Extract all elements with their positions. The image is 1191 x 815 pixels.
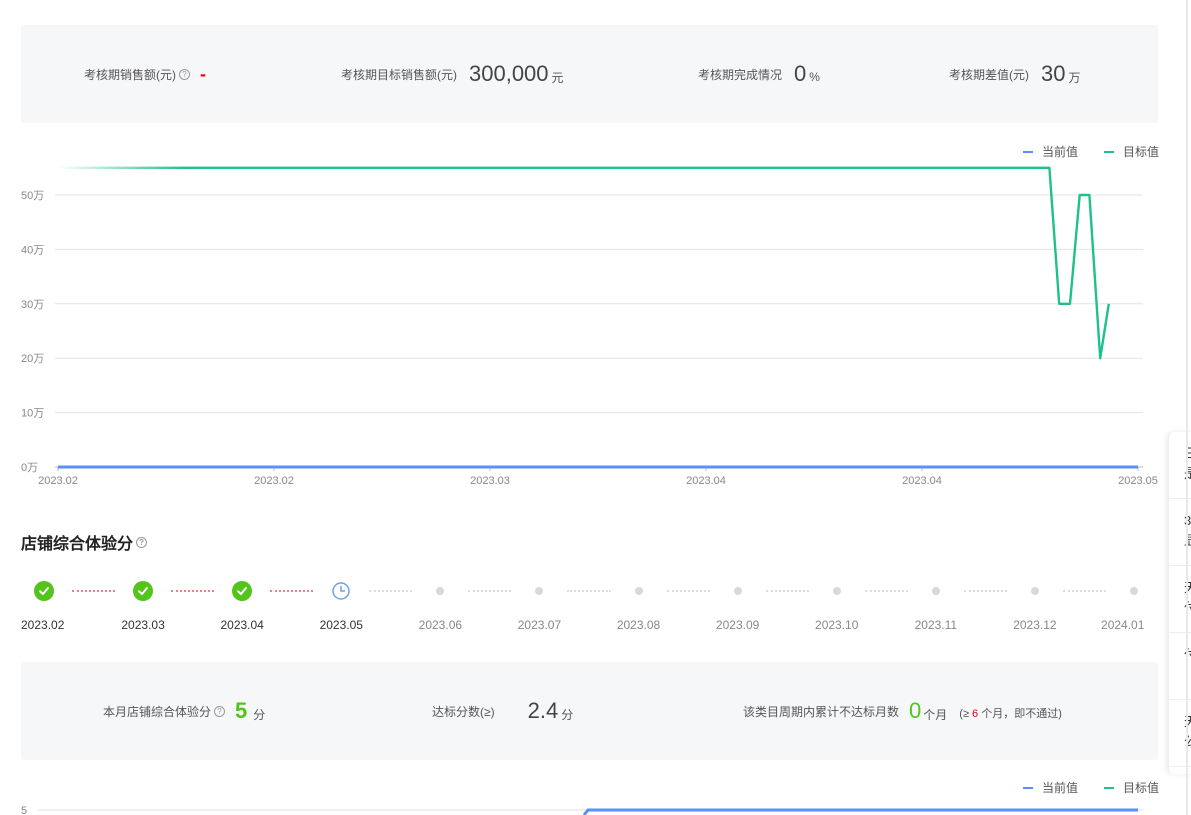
x-tick-label: 2023.04 [902,475,942,487]
score-unit: 分 [253,707,266,722]
timeline-connector [864,590,908,592]
chart2-legend: 当前值 目标值 [997,779,1159,796]
fail-months-label: 该类目周期内累计不达标月数 [743,704,900,719]
x-tick-label: 2023.05 [1118,475,1158,487]
check-circle-icon [133,581,154,601]
target-value-line [58,166,1110,360]
score-value: 5 [235,698,248,723]
pending-dot-icon [832,587,841,595]
question-circle-icon[interactable]: ? [214,705,226,717]
timeline-month-label: 2024.01 [1101,618,1145,632]
timeline-connector [72,590,116,592]
y-tick-label: 20万 [21,353,44,365]
chart1-x-axis: 2023.02 2023.02 2023.03 2023.04 2023.04 2023.… [38,467,1158,487]
y-tick-label: 10万 [21,408,44,420]
fail-months-unit: 个月 [923,707,948,722]
timeline-connector [567,590,611,592]
y-tick-label: 30万 [21,299,44,311]
timeline-connector [1062,590,1106,592]
question-circle-icon[interactable]: ? [136,536,148,548]
page-scrollbar[interactable] [1186,0,1188,815]
x-tick-label: 2023.04 [686,475,726,487]
timeline-connector [468,590,512,592]
fail-months-stat: 该类目周期内累计不达标月数 0 个月 (≥ 6 个月，即不通过) [743,662,1062,760]
timeline-month-label: 2023.02 [21,618,65,632]
timeline-month-label: 2023.09 [715,618,760,632]
timeline-connector [369,590,413,592]
fail-months-note: (≥ 6 个月，即不通过) [959,705,1062,721]
timeline-connector [765,590,809,592]
y-tick-label: 50万 [21,190,44,202]
timeline-month-label: 2023.05 [319,618,363,632]
pending-dot-icon [634,587,643,595]
timeline-connector [270,590,314,592]
y-tick-label: 0万 [21,462,38,474]
timeline-connector [171,590,215,592]
legend-item-current[interactable]: 当前值 [1022,779,1078,796]
score-stat: 本月店铺综合体验分 ? 5 分 [103,662,265,760]
sales-line-chart: 0万10万20万30万40万50万 2023.02 2023.02 2023.03 2… [21,166,1158,487]
timeline-month-label: 2023.12 [1013,618,1057,632]
pass-score-unit: 分 [561,707,574,722]
x-tick-label: 2023.02 [254,475,294,487]
check-circle-icon [34,581,54,601]
legend-label-current: 当前值 [1041,781,1078,795]
current-value-line [582,808,1138,815]
timeline-connector [666,590,710,592]
y-tick-label: 5 [21,805,27,815]
legend-swatch-target [1103,786,1114,789]
pending-dot-icon [733,587,742,595]
experience-title: 店铺综合体验分 [21,536,134,553]
timeline-month-label: 2023.10 [815,618,859,632]
check-circle-icon [232,581,253,601]
experience-stats-panel: 本月店铺综合体验分 ? 5 分 达标分数(≥) 2.4 分 该类目周期内累计不达… [21,662,1158,760]
timeline-month-label: 2023.04 [220,618,264,632]
y-tick-label: 40万 [21,244,44,256]
score-label: 本月店铺综合体验分 [103,704,212,719]
pending-dot-icon [1030,587,1039,595]
timeline-month-label: 2023.06 [418,618,463,632]
x-tick-label: 2023.02 [38,475,78,487]
chart1-series [58,166,1138,469]
pending-dot-icon [535,587,544,595]
clock-icon [332,582,351,600]
fail-months-value: 0 [909,698,922,723]
fail-note-suffix: 个月，即不通过) [981,708,1062,720]
pass-score-value: 2.4 [527,698,559,723]
fail-note-prefix: (≥ [959,708,969,720]
timeline-month-label: 2023.08 [616,618,661,632]
legend-item-target[interactable]: 目标值 [1103,779,1159,796]
pass-score-stat: 达标分数(≥) 2.4 分 [432,662,573,760]
pending-dot-icon [436,587,445,595]
chart2-series: 5 [21,805,1143,815]
experience-section-title: 店铺综合体验分 ? [21,530,148,554]
x-tick-label: 2023.03 [470,475,510,487]
pass-score-label: 达标分数(≥) [432,704,495,719]
legend-label-target: 目标值 [1122,781,1159,795]
pending-dot-icon [1130,587,1138,595]
timeline-month-label: 2023.11 [914,618,958,632]
pending-dot-icon [931,587,940,595]
legend-swatch-current [1022,786,1033,789]
fail-note-number: 6 [972,708,979,720]
timeline-connector [963,590,1007,592]
chart1-gridlines [55,194,1143,468]
timeline-month-label: 2023.07 [517,618,562,632]
chart1-y-axis: 0万 10万 20万 30万 40万 50万 [21,190,44,474]
timeline-month-label: 2023.03 [121,618,165,632]
